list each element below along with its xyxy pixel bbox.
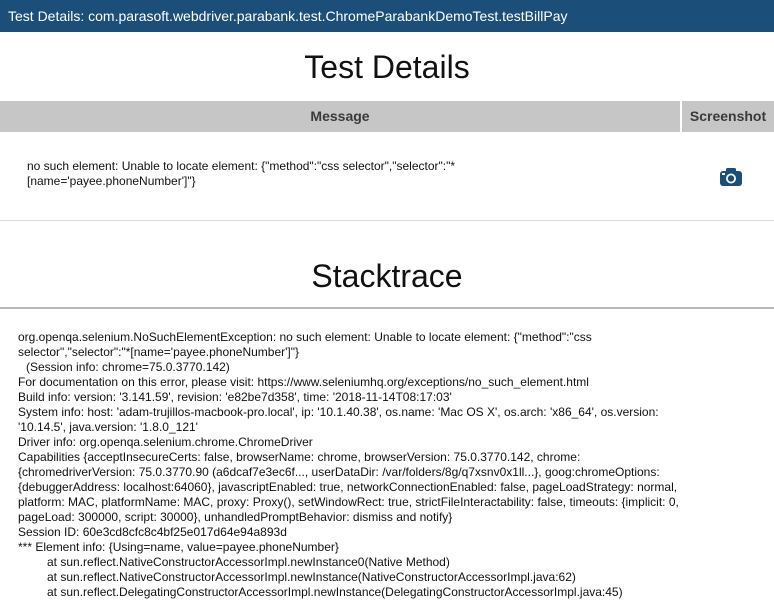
stacktrace-line: {debuggerAddress: localhost:64060}, java… (18, 480, 678, 494)
camera-icon-graphic (720, 168, 742, 186)
stacktrace-line: platform: MAC, platformName: MAC, proxy:… (18, 495, 679, 509)
column-header-message: Message (310, 108, 370, 124)
window-title: Test Details: com.parasoft.webdriver.par… (0, 0, 774, 32)
stacktrace-line: Session ID: 60e3cd8cfc8c4bf25e017d64e94a… (18, 525, 287, 539)
table-header: Message Screenshot (0, 101, 774, 132)
error-message-line: no such element: Unable to locate elemen… (27, 159, 456, 173)
stacktrace-line: System info: host: 'adam-trujillos-macbo… (18, 405, 659, 419)
stacktrace-line: Driver info: org.openqa.selenium.chrome.… (18, 435, 313, 449)
stacktrace-line: Capabilities {acceptInsecureCerts: false… (18, 450, 581, 464)
stacktrace-line: at sun.reflect.NativeConstructorAccessor… (47, 555, 450, 569)
stacktrace-line: '10.14.5', java.version: '1.8.0_121' (18, 420, 198, 434)
camera-icon[interactable] (719, 167, 743, 187)
error-message: no such element: Unable to locate elemen… (27, 159, 517, 189)
stacktrace-text: org.openqa.selenium.NoSuchElementExcepti… (18, 330, 763, 600)
stacktrace-line: (Session info: chrome=75.0.3770.142) (26, 360, 230, 374)
stacktrace-line: Build info: version: '3.141.59', revisio… (18, 390, 452, 404)
stacktrace-line: org.openqa.selenium.NoSuchElementExcepti… (18, 330, 592, 344)
stacktrace-line: selector","selector":"*[name='payee.phon… (18, 345, 300, 359)
stacktrace-line: pageLoad: 300000, script: 30000}, unhand… (18, 510, 453, 524)
stacktrace-divider (0, 307, 774, 309)
stacktrace-line: {chromedriverVersion: 75.0.3770.90 (a6dc… (18, 465, 660, 479)
stacktrace-line: *** Element info: {Using=name, value=pay… (18, 540, 339, 554)
stacktrace-line: For documentation on this error, please … (18, 375, 589, 389)
column-header-screenshot: Screenshot (689, 108, 767, 124)
stacktrace-line: at sun.reflect.DelegatingConstructorAcce… (47, 585, 623, 599)
stacktrace-line: at sun.reflect.NativeConstructorAccessor… (47, 570, 576, 584)
page-title: Test Details (304, 49, 470, 85)
error-message-line: [name='payee.phoneNumber']"} (27, 174, 196, 188)
stacktrace-title: Stacktrace (311, 258, 463, 294)
row-divider (0, 220, 774, 221)
